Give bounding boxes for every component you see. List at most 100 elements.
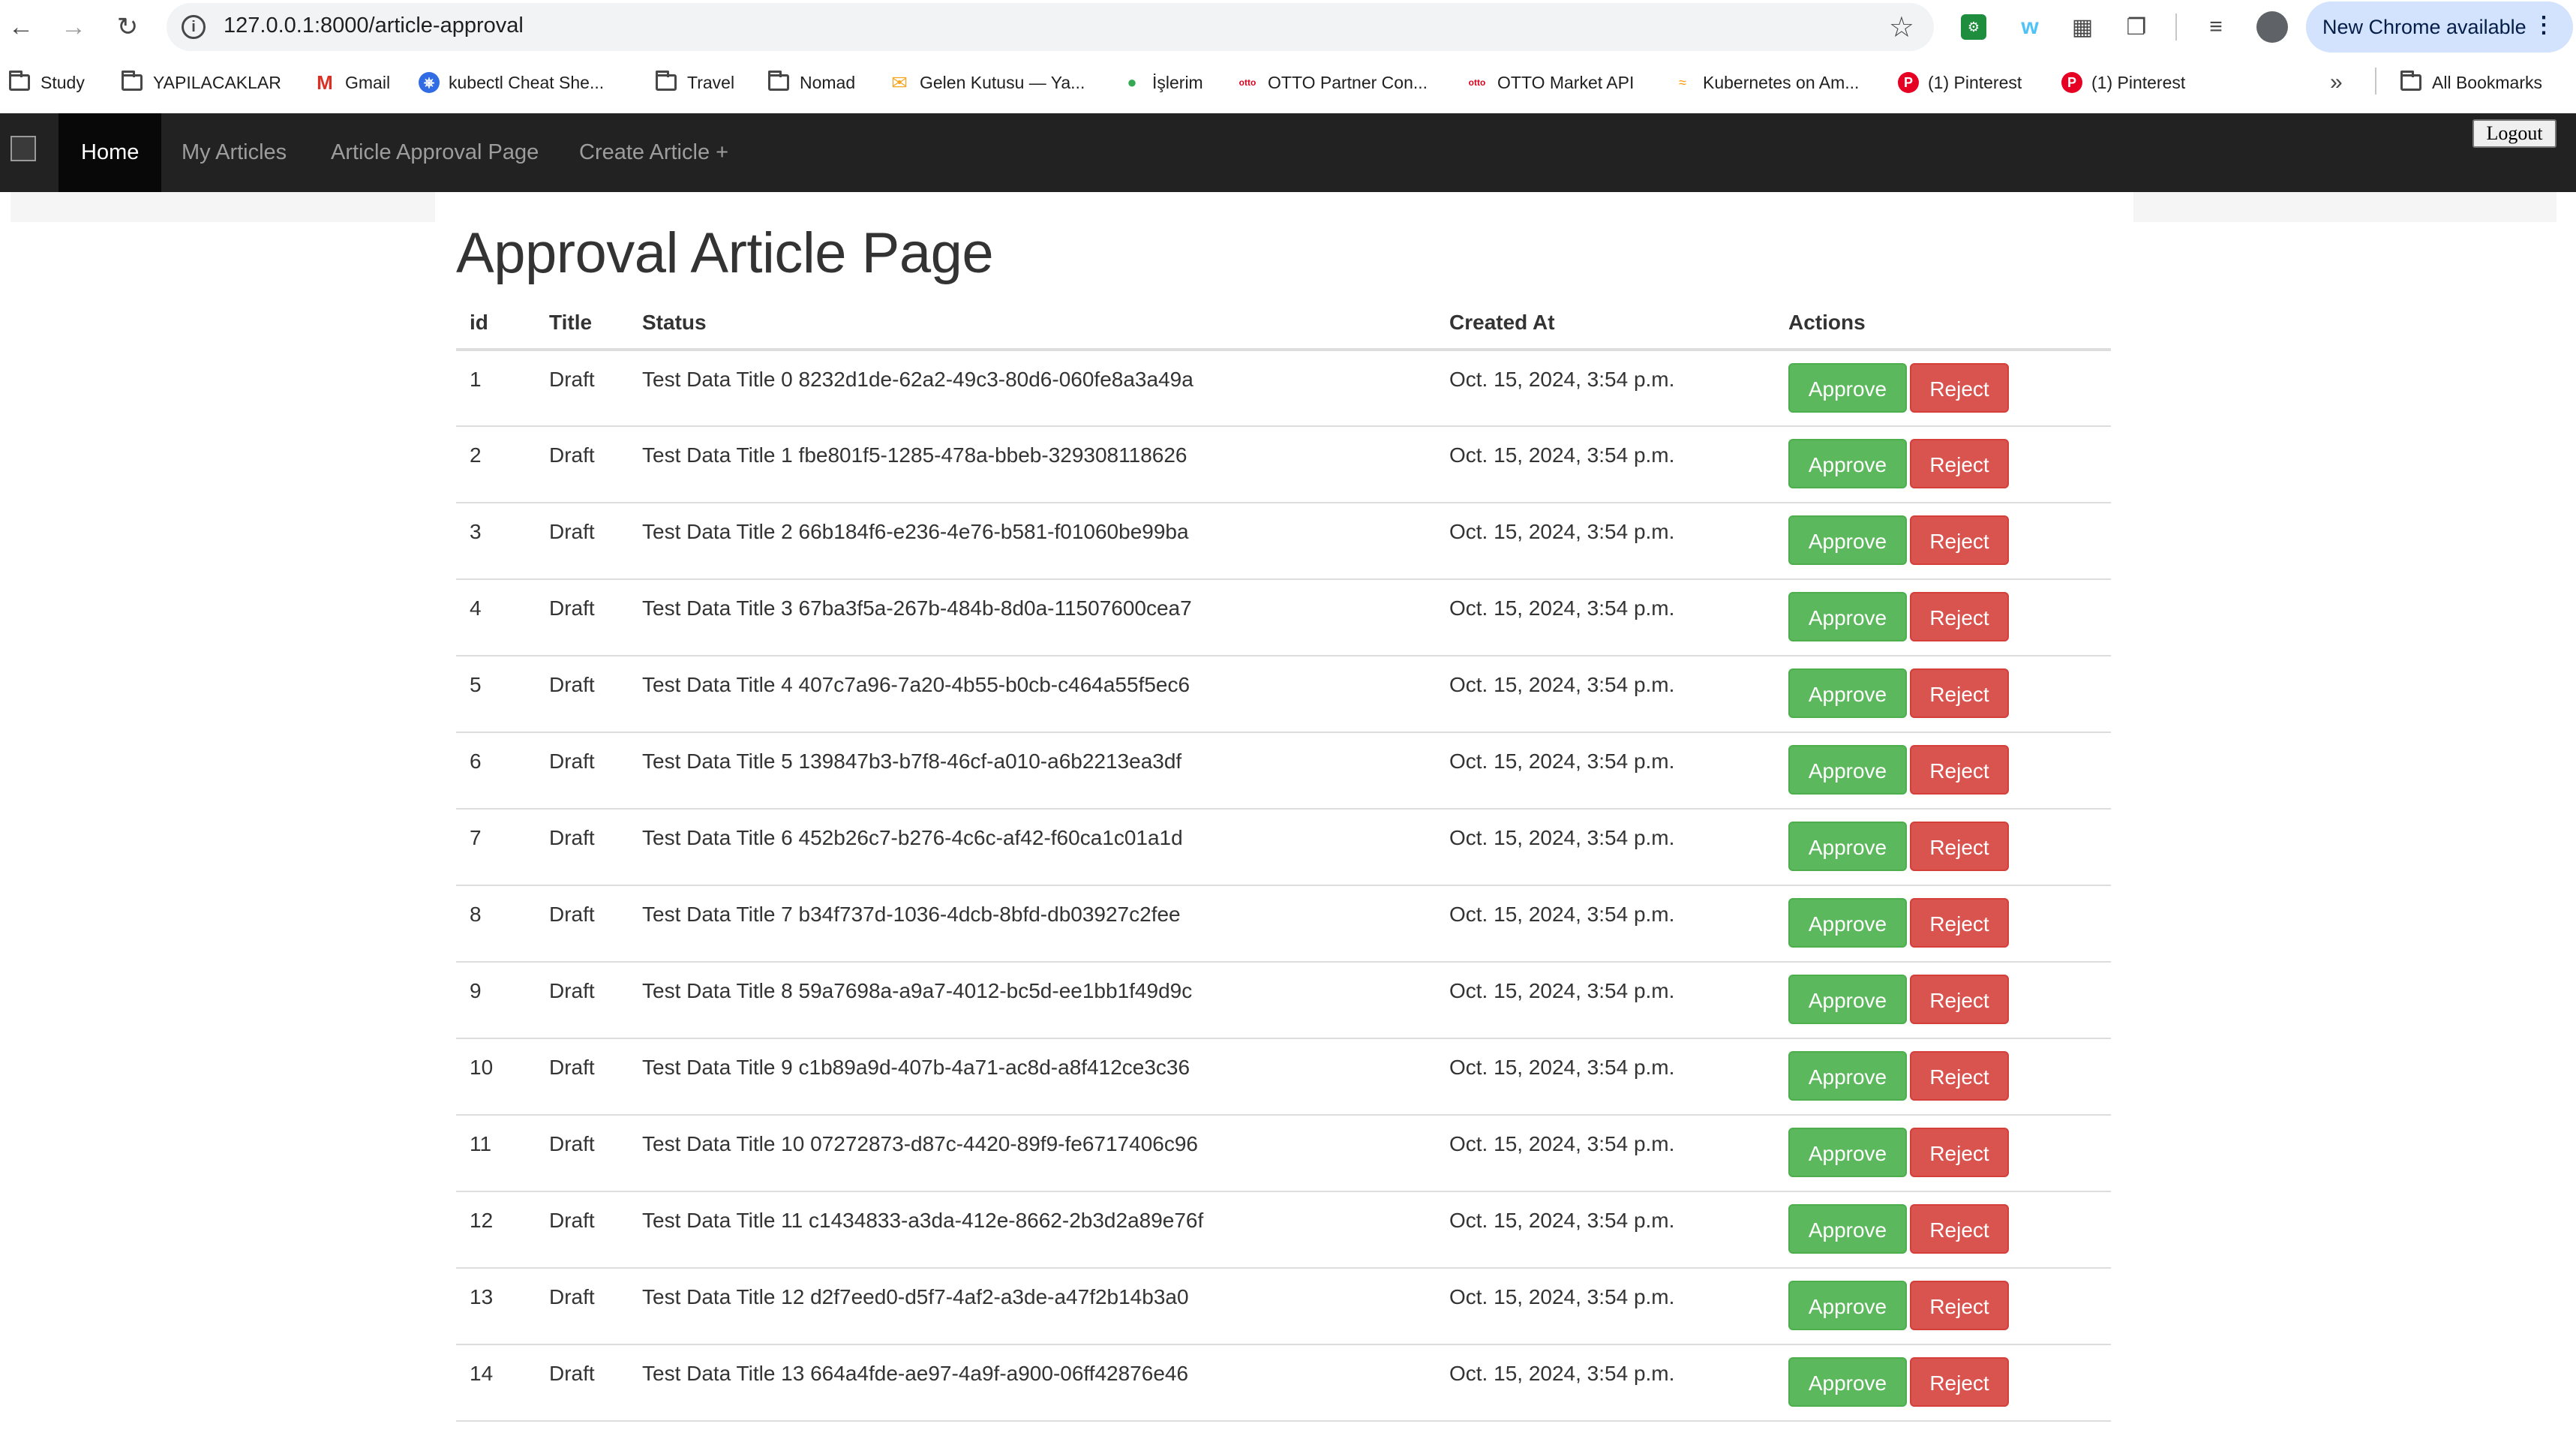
- site-info-icon[interactable]: i: [182, 15, 206, 39]
- bookmark-label: Kubernetes on Am...: [1703, 72, 1860, 92]
- reload-icon[interactable]: ↻: [111, 11, 144, 44]
- bookmark-label: Gelen Kutusu — Ya...: [920, 72, 1085, 92]
- brand-logo-broken-image[interactable]: [11, 136, 36, 161]
- nav-my-articles[interactable]: My Articles: [182, 113, 287, 192]
- approve-button[interactable]: Approve: [1788, 668, 1907, 718]
- bookmark-item[interactable]: M Gmail: [314, 68, 390, 98]
- approve-button[interactable]: Approve: [1788, 592, 1907, 641]
- approve-button[interactable]: Approve: [1788, 1128, 1907, 1177]
- reject-button[interactable]: Reject: [1910, 745, 2009, 795]
- new-chrome-available-button[interactable]: New Chrome available ⋮: [2306, 2, 2573, 53]
- bookmark-item[interactable]: Nomad: [768, 68, 855, 98]
- approve-button[interactable]: Approve: [1788, 898, 1907, 948]
- reject-button[interactable]: Reject: [1910, 592, 2009, 641]
- approve-button[interactable]: Approve: [1788, 363, 1907, 413]
- bookmark-item[interactable]: ● İşlerim: [1121, 68, 1202, 98]
- cell-created-at: Oct. 15, 2024, 3:54 p.m.: [1436, 579, 1775, 656]
- cell-id: 1: [456, 350, 536, 427]
- reject-button[interactable]: Reject: [1910, 363, 2009, 413]
- profile-avatar-icon[interactable]: [2256, 11, 2288, 43]
- url-text[interactable]: 127.0.0.1:8000/article-approval: [224, 14, 524, 38]
- reject-button[interactable]: Reject: [1910, 1281, 2009, 1330]
- bookmark-item[interactable]: otto OTTO Partner Con...: [1236, 68, 1428, 98]
- bookmark-item[interactable]: Study: [9, 68, 85, 98]
- w-extension-icon[interactable]: w: [2015, 12, 2045, 42]
- more-bookmarks-chevron-icon[interactable]: »: [2330, 68, 2343, 98]
- reject-button[interactable]: Reject: [1910, 515, 2009, 565]
- logout-button[interactable]: Logout: [2472, 119, 2556, 148]
- back-icon[interactable]: ←: [5, 11, 38, 44]
- all-bookmarks-button[interactable]: All Bookmarks: [2400, 68, 2542, 98]
- reject-button[interactable]: Reject: [1910, 898, 2009, 948]
- cell-id: 12: [456, 1191, 536, 1269]
- reject-button[interactable]: Reject: [1910, 439, 2009, 488]
- bookmark-item[interactable]: ⎈ kubectl Cheat She...: [419, 68, 604, 98]
- table-row: 10 Draft Test Data Title 9 c1b89a9d-407b-4…: [456, 1038, 2111, 1116]
- media-queue-icon[interactable]: ≡: [2201, 12, 2231, 42]
- reject-button[interactable]: Reject: [1910, 822, 2009, 871]
- cell-created-at: Oct. 15, 2024, 3:54 p.m.: [1436, 1191, 1775, 1269]
- cell-status: Test Data Title 7 b34f737d-1036-4dcb-8bf…: [629, 885, 1436, 963]
- approve-button[interactable]: Approve: [1788, 439, 1907, 488]
- kubernetes-icon: ⎈: [419, 72, 440, 93]
- cell-title: Draft: [536, 426, 629, 503]
- table-row: 2 Draft Test Data Title 1 fbe801f5-1285-47…: [456, 426, 2111, 503]
- cell-status: Test Data Title 2 66b184f6-e236-4e76-b58…: [629, 503, 1436, 580]
- reject-button[interactable]: Reject: [1910, 1357, 2009, 1407]
- nav-article-approval[interactable]: Article Approval Page: [331, 113, 539, 192]
- bookmark-item[interactable]: Travel: [656, 68, 734, 98]
- cell-title: Draft: [536, 579, 629, 656]
- calculator-extension-icon[interactable]: ▦: [2067, 12, 2097, 42]
- reject-button[interactable]: Reject: [1910, 1051, 2009, 1101]
- reject-button[interactable]: Reject: [1910, 668, 2009, 718]
- approve-button[interactable]: Approve: [1788, 1051, 1907, 1101]
- nav-home[interactable]: Home: [59, 113, 162, 192]
- more-menu-icon[interactable]: ⋮: [2532, 12, 2555, 38]
- cell-actions: Approve Reject: [1775, 1038, 2111, 1116]
- drop-icon: ●: [1127, 73, 1137, 92]
- table-header-row: id Title Status Created At Actions: [456, 297, 2111, 351]
- cell-actions: Approve Reject: [1775, 962, 2111, 1039]
- bookmark-star-icon[interactable]: ☆: [1889, 11, 1914, 44]
- cell-id: 7: [456, 809, 536, 886]
- approve-button[interactable]: Approve: [1788, 975, 1907, 1024]
- address-bar[interactable]: i 127.0.0.1:8000/article-approval ☆: [167, 3, 1934, 51]
- forward-icon[interactable]: →: [57, 11, 90, 44]
- cell-status: Test Data Title 4 407c7a96-7a20-4b55-b0c…: [629, 656, 1436, 733]
- cell-id: 8: [456, 885, 536, 963]
- approve-button[interactable]: Approve: [1788, 1281, 1907, 1330]
- bookmark-item[interactable]: P (1) Pinterest: [2061, 68, 2185, 98]
- cell-actions: Approve Reject: [1775, 885, 2111, 963]
- reject-button[interactable]: Reject: [1910, 1128, 2009, 1177]
- approve-button[interactable]: Approve: [1788, 1204, 1907, 1254]
- cell-id: 4: [456, 579, 536, 656]
- bookmark-item[interactable]: P (1) Pinterest: [1898, 68, 2022, 98]
- table-row: 5 Draft Test Data Title 4 407c7a96-7a20-4b…: [456, 656, 2111, 733]
- approve-button[interactable]: Approve: [1788, 745, 1907, 795]
- reject-button[interactable]: Reject: [1910, 1204, 2009, 1254]
- cell-actions: Approve Reject: [1775, 1115, 2111, 1192]
- approve-button[interactable]: Approve: [1788, 1357, 1907, 1407]
- cell-title: Draft: [536, 350, 629, 427]
- bookmark-label: Travel: [687, 72, 735, 92]
- bookmark-item[interactable]: ✉ Gelen Kutusu — Ya...: [888, 68, 1085, 98]
- reject-button[interactable]: Reject: [1910, 975, 2009, 1024]
- cell-status: Test Data Title 1 fbe801f5-1285-478a-bbe…: [629, 426, 1436, 503]
- translate-extension-icon[interactable]: ⚙: [1961, 14, 1986, 40]
- cell-actions: Approve Reject: [1775, 1191, 2111, 1269]
- cell-actions: Approve Reject: [1775, 732, 2111, 810]
- approve-button[interactable]: Approve: [1788, 822, 1907, 871]
- cell-status: Test Data Title 5 139847b3-b7f8-46cf-a01…: [629, 732, 1436, 810]
- cell-status: Test Data Title 8 59a7698a-a9a7-4012-bc5…: [629, 962, 1436, 1039]
- cell-status: Test Data Title 0 8232d1de-62a2-49c3-80d…: [629, 350, 1436, 427]
- bookmark-item[interactable]: otto OTTO Market API: [1466, 68, 1635, 98]
- cell-id: 5: [456, 656, 536, 733]
- nav-create-article[interactable]: Create Article +: [579, 113, 728, 192]
- bookmark-item[interactable]: YAPILACAKLAR: [122, 68, 281, 98]
- cell-status: Test Data Title 13 664a4fde-ae97-4a9f-a9…: [629, 1344, 1436, 1422]
- bookmark-item[interactable]: ≈ Kubernetes on Am...: [1671, 68, 1859, 98]
- approve-button[interactable]: Approve: [1788, 515, 1907, 565]
- cell-title: Draft: [536, 962, 629, 1039]
- cell-actions: Approve Reject: [1775, 1344, 2111, 1422]
- extensions-puzzle-icon[interactable]: ❐: [2121, 12, 2151, 42]
